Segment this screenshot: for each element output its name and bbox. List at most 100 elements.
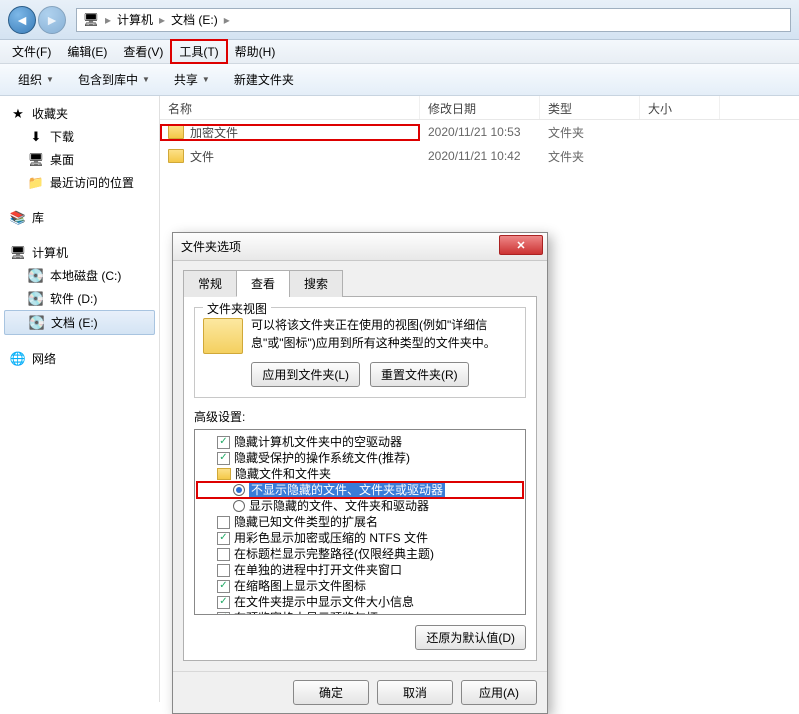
download-icon: ⬇	[28, 129, 44, 145]
group-title: 文件夹视图	[203, 300, 271, 317]
recent-icon: 📁	[28, 175, 44, 191]
share-button[interactable]: 共享▼	[164, 67, 220, 92]
include-library-button[interactable]: 包含到库中▼	[68, 67, 160, 92]
file-date: 2020/11/21 10:42	[420, 149, 540, 163]
checkbox-icon[interactable]: ✓	[217, 532, 230, 545]
tree-item[interactable]: 隐藏已知文件类型的扩展名	[197, 514, 523, 530]
dialog-tabs: 常规 查看 搜索	[183, 269, 537, 297]
breadcrumb-computer[interactable]: 计算机	[117, 11, 153, 28]
folder-icon	[168, 125, 184, 139]
chevron-down-icon: ▼	[202, 75, 210, 84]
tree-item[interactable]: 隐藏文件和文件夹	[197, 466, 523, 482]
sidebar-drive-c[interactable]: 💽本地磁盘 (C:)	[0, 264, 159, 287]
computer-icon: 🖥	[10, 245, 26, 261]
advanced-settings-tree[interactable]: ✓隐藏计算机文件夹中的空驱动器 ✓隐藏受保护的操作系统文件(推荐) 隐藏文件和文…	[194, 429, 526, 615]
col-size[interactable]: 大小	[640, 96, 720, 119]
tree-item[interactable]: ✓用彩色显示加密或压缩的 NTFS 文件	[197, 530, 523, 546]
sidebar-computer[interactable]: 🖥计算机	[0, 241, 159, 264]
checkbox-icon[interactable]: ✓	[217, 452, 230, 465]
checkbox-icon[interactable]: ✓	[217, 612, 230, 616]
column-headers: 名称 修改日期 类型 大小	[160, 96, 799, 120]
sidebar-network[interactable]: 🌐网络	[0, 347, 159, 370]
organize-button[interactable]: 组织▼	[8, 67, 64, 92]
tab-view[interactable]: 查看	[236, 270, 290, 297]
desktop-icon: 🖥	[28, 152, 44, 168]
tree-item[interactable]: 显示隐藏的文件、文件夹和驱动器	[197, 498, 523, 514]
menu-tools[interactable]: 工具(T)	[171, 40, 226, 63]
col-date[interactable]: 修改日期	[420, 96, 540, 119]
folder-icon	[168, 149, 184, 163]
star-icon: ★	[10, 106, 26, 122]
folder-icon	[217, 468, 231, 480]
checkbox-icon[interactable]	[217, 548, 230, 561]
apply-to-folders-button[interactable]: 应用到文件夹(L)	[251, 362, 360, 387]
group-description: 可以将该文件夹正在使用的视图(例如"详细信息"或"图标")应用到所有这种类型的文…	[251, 316, 517, 352]
menu-view[interactable]: 查看(V)	[115, 40, 171, 63]
computer-icon: 🖥	[83, 12, 99, 28]
address-bar[interactable]: 🖥 ▸ 计算机 ▸ 文档 (E:) ▸	[76, 8, 791, 32]
sidebar: ★收藏夹 ⬇下载 🖥桌面 📁最近访问的位置 📚库 🖥计算机 💽本地磁盘 (C:)…	[0, 96, 160, 702]
tree-item-selected[interactable]: 不显示隐藏的文件、文件夹或驱动器	[197, 482, 523, 498]
chevron-down-icon: ▼	[142, 75, 150, 84]
file-row[interactable]: 加密文件 2020/11/21 10:53 文件夹	[160, 120, 799, 144]
library-icon: 📚	[10, 210, 26, 226]
checkbox-icon[interactable]	[217, 516, 230, 529]
folder-view-group: 文件夹视图 可以将该文件夹正在使用的视图(例如"详细信息"或"图标")应用到所有…	[194, 307, 526, 398]
checkbox-icon[interactable]: ✓	[217, 436, 230, 449]
tree-item[interactable]: ✓在文件夹提示中显示文件大小信息	[197, 594, 523, 610]
advanced-settings-label: 高级设置:	[194, 408, 526, 425]
dialog-footer: 确定 取消 应用(A)	[173, 671, 547, 713]
checkbox-icon[interactable]: ✓	[217, 596, 230, 609]
file-row[interactable]: 文件 2020/11/21 10:42 文件夹	[160, 144, 799, 168]
sidebar-favorites[interactable]: ★收藏夹	[0, 102, 159, 125]
network-icon: 🌐	[10, 351, 26, 367]
sidebar-downloads[interactable]: ⬇下载	[0, 125, 159, 148]
tab-search[interactable]: 搜索	[289, 270, 343, 297]
forward-button[interactable]: ►	[38, 6, 66, 34]
back-button[interactable]: ◄	[8, 6, 36, 34]
titlebar: ◄ ► 🖥 ▸ 计算机 ▸ 文档 (E:) ▸	[0, 0, 799, 40]
new-folder-button[interactable]: 新建文件夹	[224, 67, 304, 92]
ok-button[interactable]: 确定	[293, 680, 369, 705]
menu-help[interactable]: 帮助(H)	[227, 40, 284, 63]
dialog-title: 文件夹选项	[181, 238, 241, 255]
separator-icon: ▸	[105, 13, 111, 27]
close-button[interactable]: ✕	[499, 235, 543, 255]
menu-edit[interactable]: 编辑(E)	[59, 40, 115, 63]
sidebar-drive-e[interactable]: 💽文档 (E:)	[4, 310, 155, 335]
folder-large-icon	[203, 318, 243, 354]
radio-icon[interactable]	[233, 484, 245, 496]
radio-icon[interactable]	[233, 500, 245, 512]
sidebar-desktop[interactable]: 🖥桌面	[0, 148, 159, 171]
drive-icon: 💽	[28, 268, 44, 284]
tab-general[interactable]: 常规	[183, 270, 237, 297]
file-type: 文件夹	[540, 148, 640, 165]
tree-item[interactable]: 在单独的进程中打开文件夹窗口	[197, 562, 523, 578]
folder-options-dialog: 文件夹选项 ✕ 常规 查看 搜索 文件夹视图 可以将该文件夹正在使用的视图(例如…	[172, 232, 548, 714]
checkbox-icon[interactable]: ✓	[217, 580, 230, 593]
col-name[interactable]: 名称	[160, 96, 420, 119]
tree-item[interactable]: ✓隐藏受保护的操作系统文件(推荐)	[197, 450, 523, 466]
sidebar-libraries[interactable]: 📚库	[0, 206, 159, 229]
tab-panel-view: 文件夹视图 可以将该文件夹正在使用的视图(例如"详细信息"或"图标")应用到所有…	[183, 297, 537, 661]
sidebar-drive-d[interactable]: 💽软件 (D:)	[0, 287, 159, 310]
chevron-down-icon: ▼	[46, 75, 54, 84]
menu-file[interactable]: 文件(F)	[4, 40, 59, 63]
file-type: 文件夹	[540, 124, 640, 141]
file-name: 文件	[190, 148, 214, 165]
tree-item[interactable]: ✓在缩略图上显示文件图标	[197, 578, 523, 594]
apply-button[interactable]: 应用(A)	[461, 680, 537, 705]
tree-item[interactable]: 在标题栏显示完整路径(仅限经典主题)	[197, 546, 523, 562]
tree-item[interactable]: ✓隐藏计算机文件夹中的空驱动器	[197, 434, 523, 450]
reset-folders-button[interactable]: 重置文件夹(R)	[370, 362, 469, 387]
menubar: 文件(F) 编辑(E) 查看(V) 工具(T) 帮助(H)	[0, 40, 799, 64]
tree-item[interactable]: ✓在预览窗格中显示预览句柄	[197, 610, 523, 615]
col-type[interactable]: 类型	[540, 96, 640, 119]
restore-defaults-button[interactable]: 还原为默认值(D)	[415, 625, 526, 650]
checkbox-icon[interactable]	[217, 564, 230, 577]
cancel-button[interactable]: 取消	[377, 680, 453, 705]
dialog-titlebar[interactable]: 文件夹选项 ✕	[173, 233, 547, 261]
sidebar-recent[interactable]: 📁最近访问的位置	[0, 171, 159, 194]
separator-icon: ▸	[159, 13, 165, 27]
breadcrumb-drive[interactable]: 文档 (E:)	[171, 11, 218, 28]
